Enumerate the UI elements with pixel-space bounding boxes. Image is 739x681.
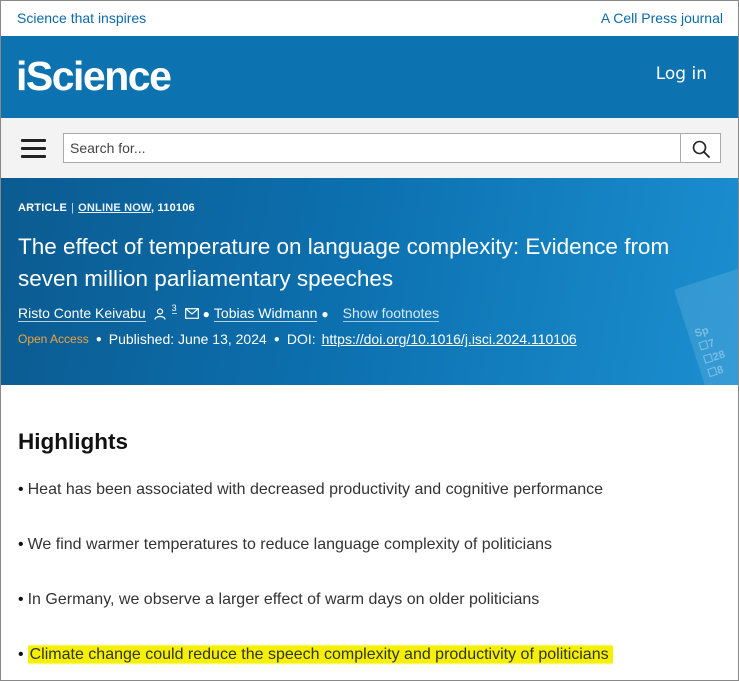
article-title: The effect of temperature on language co… [18, 234, 670, 291]
page-frame: Science that inspires A Cell Press journ… [0, 0, 739, 681]
article-body: Highlights • Heat has been associated wit… [1, 385, 738, 680]
bullet-separator: ● [95, 333, 102, 345]
bullet-icon: • [18, 591, 24, 608]
iscience-logo[interactable]: iScience [16, 54, 172, 98]
doi-link[interactable]: https://doi.org/10.1016/j.isci.2024.1101… [322, 331, 577, 347]
bullet-separator: ● [202, 306, 210, 321]
publication-info: Open Access ● Published: June 13, 2024 ●… [18, 331, 577, 347]
highlights-heading: Highlights [18, 429, 128, 454]
highlight-item: • We find warmer temperatures to reduce l… [18, 536, 552, 554]
menu-icon[interactable] [21, 138, 46, 158]
highlight-text: Heat has been associated with decreased … [27, 481, 604, 498]
article-meta: ARTICLE | ONLINE NOW, 110106 [18, 202, 195, 214]
search-icon [692, 140, 710, 158]
published-date: Published: June 13, 2024 [108, 331, 267, 347]
bullet-icon: • [18, 646, 24, 663]
bullet-separator: ● [321, 306, 329, 321]
bullet-icon: • [18, 536, 24, 553]
cell-press-link[interactable]: A Cell Press journal [601, 10, 723, 26]
highlight-item: • Heat has been associated with decreased… [18, 481, 603, 499]
highlight-item: • In Germany, we observe a larger effect … [18, 591, 539, 609]
author-link[interactable]: Risto Conte Keivabu [18, 305, 146, 322]
highlighted-text: Climate change could reduce the speech c… [27, 644, 613, 665]
tagline-link[interactable]: Science that inspires [17, 10, 146, 26]
article-number: , 110106 [151, 202, 195, 214]
author-link[interactable]: Tobias Widmann [213, 305, 318, 322]
bullet-icon: • [18, 481, 24, 498]
site-header: iScience Log in [1, 36, 738, 118]
search-input[interactable] [63, 133, 680, 163]
search-button[interactable] [680, 133, 721, 163]
affiliation-count[interactable]: 3 [171, 303, 177, 314]
show-footnotes-link[interactable]: Show footnotes [342, 305, 440, 322]
email-icon[interactable] [184, 308, 199, 319]
doi-label: DOI: [286, 331, 316, 347]
person-icon[interactable] [154, 307, 166, 320]
highlight-text: We find warmer temperatures to reduce la… [27, 536, 553, 553]
author-list: Risto Conte Keivabu 3 ● Tobias Widmann ●… [18, 303, 440, 322]
search-bar [1, 118, 738, 178]
top-bar: Science that inspires A Cell Press journ… [1, 1, 738, 36]
highlight-item: • Climate change could reduce the speech … [18, 644, 613, 665]
article-type: ARTICLE [18, 202, 68, 214]
login-link[interactable]: Log in [656, 64, 707, 84]
open-access-badge: Open Access [18, 332, 89, 346]
highlight-text: In Germany, we observe a larger effect o… [27, 591, 540, 608]
online-now-link[interactable]: ONLINE NOW [78, 202, 151, 214]
bullet-separator: ● [273, 333, 280, 345]
article-header: Sp ☐7 ☐28 ☐8 ARTICLE | ONLINE NOW, 110106 The… [1, 178, 738, 385]
